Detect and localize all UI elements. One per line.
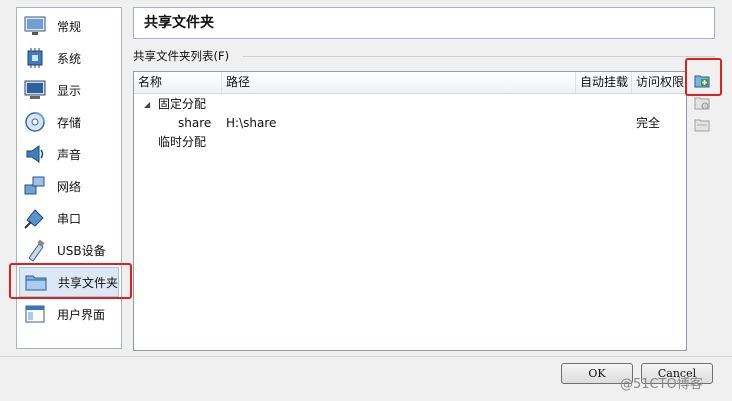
- edit-folder-icon: [694, 97, 710, 110]
- sidebar-item-label: 用户界面: [57, 307, 106, 322]
- watermark: @51CTO博客: [620, 377, 703, 392]
- table-row[interactable]: 临时分配: [134, 133, 686, 152]
- chip-icon: [27, 48, 43, 68]
- shared-folders-table[interactable]: 名称 路径 自动挂载 访问权限 ◢ 固定分配 share H:\share 完全…: [133, 71, 687, 351]
- sidebar-item-serial[interactable]: 串口: [19, 203, 119, 233]
- sidebar-item-label: 声音: [57, 147, 82, 162]
- sidebar-item-label: 网络: [57, 179, 82, 194]
- sidebar-item-general[interactable]: 常规: [19, 11, 119, 41]
- sidebar-item-label: 存储: [57, 115, 82, 130]
- disk-icon: [25, 112, 45, 132]
- page-title: 共享文件夹: [133, 7, 715, 39]
- sidebar-item-label: USB设备: [57, 243, 106, 258]
- window-icon: [25, 305, 45, 323]
- sidebar-item-network[interactable]: 网络: [19, 171, 119, 201]
- column-header-access[interactable]: 访问权限: [632, 72, 686, 93]
- table-row[interactable]: ◢ 固定分配: [134, 95, 686, 114]
- shared-folders-group-label: 共享文件夹列表(F): [133, 49, 230, 63]
- sidebar-item-label: 串口: [57, 211, 82, 226]
- column-header-name[interactable]: 名称: [134, 72, 222, 93]
- row-path: H:\share: [226, 116, 277, 130]
- table-header: 名称 路径 自动挂载 访问权限: [134, 72, 686, 94]
- column-header-automount[interactable]: 自动挂载: [576, 72, 632, 93]
- sidebar-item-label: 显示: [57, 83, 82, 98]
- usb-icon: [28, 239, 45, 262]
- group-divider: [243, 56, 715, 57]
- sidebar-item-audio[interactable]: 声音: [19, 139, 119, 169]
- sidebar-item-usb[interactable]: USB设备: [19, 235, 119, 265]
- display-icon: [24, 80, 46, 99]
- network-icon: [24, 176, 45, 195]
- row-name: share: [178, 116, 212, 130]
- sidebar-item-label: 常规: [57, 19, 82, 34]
- collapse-triangle-icon[interactable]: ◢: [144, 95, 150, 114]
- footer-divider: [0, 356, 732, 357]
- highlight-box-selected-item: [9, 263, 132, 299]
- edit-shared-folder-button[interactable]: [693, 94, 711, 112]
- highlight-box-add-button: [685, 58, 722, 96]
- monitor-icon: [24, 16, 46, 35]
- sidebar-item-display[interactable]: 显示: [19, 75, 119, 105]
- table-row[interactable]: share H:\share 完全: [134, 114, 686, 133]
- sidebar-item-user-interface[interactable]: 用户界面: [19, 299, 119, 329]
- row-access: 完全: [636, 116, 661, 130]
- sidebar-item-label: 系统: [57, 51, 82, 66]
- row-name: 临时分配: [158, 135, 207, 149]
- speaker-icon: [26, 145, 44, 163]
- column-header-path[interactable]: 路径: [222, 72, 576, 93]
- sidebar-item-storage[interactable]: 存储: [19, 107, 119, 137]
- serial-icon: [24, 209, 44, 229]
- remove-shared-folder-button[interactable]: [693, 116, 711, 134]
- sidebar-item-system[interactable]: 系统: [19, 43, 119, 73]
- row-name: 固定分配: [158, 97, 207, 111]
- remove-folder-icon: [694, 119, 710, 132]
